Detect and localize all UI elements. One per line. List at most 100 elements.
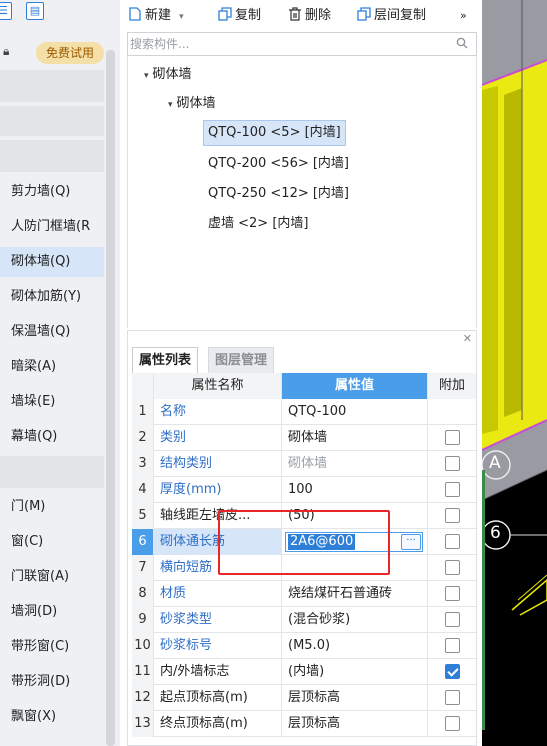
app-window: ☰ ▤ 🔒︎ 免费试用 剪力墙(Q) 人防门框墙(R 砌体墙(Q) 砌体加筋(Y… bbox=[0, 0, 547, 746]
nav-item-curtain-wall[interactable]: 幕墙(Q) bbox=[0, 422, 104, 452]
nav-item-civil-defense-door-wall[interactable]: 人防门框墙(R bbox=[0, 212, 104, 242]
extra-checkbox[interactable] bbox=[445, 534, 460, 549]
new-button[interactable]: 新建 ▾ bbox=[128, 6, 184, 26]
table-row[interactable]: 5 轴线距左墙皮... (50) bbox=[132, 503, 476, 529]
property-value[interactable]: (M5.0) bbox=[282, 633, 428, 659]
extra-cell bbox=[428, 477, 476, 503]
tab-property-list[interactable]: 属性列表 bbox=[132, 347, 199, 373]
property-value[interactable]: (50) bbox=[282, 503, 428, 529]
expand-caret-icon[interactable]: ▾ bbox=[168, 100, 173, 110]
list-view-icon[interactable]: ☰ bbox=[0, 2, 12, 20]
extra-checkbox[interactable] bbox=[445, 430, 460, 445]
toolbar-more-button[interactable]: » bbox=[460, 6, 467, 26]
close-icon[interactable]: ✕ bbox=[463, 332, 472, 345]
tree-item-qtq-100[interactable]: QTQ-100 <5> [内墙] bbox=[203, 120, 346, 146]
extra-cell bbox=[428, 711, 476, 737]
extra-checkbox-checked[interactable] bbox=[445, 664, 460, 679]
table-row[interactable]: 13 终点顶标高(m) 层顶标高 bbox=[132, 711, 476, 737]
property-value[interactable]: QTQ-100 bbox=[282, 399, 428, 425]
extra-checkbox[interactable] bbox=[445, 482, 460, 497]
rebar-value-input[interactable]: 2A6@600 ··· bbox=[285, 532, 423, 552]
property-name: 名称 bbox=[154, 399, 282, 425]
tree-view-icon[interactable]: ▤ bbox=[26, 2, 44, 20]
property-value[interactable]: 烧结煤矸石普通砖 bbox=[282, 581, 428, 607]
nav-group-bar bbox=[0, 70, 104, 102]
floor-copy-button[interactable]: 层间复制 bbox=[357, 6, 426, 26]
search-icon[interactable] bbox=[456, 37, 468, 49]
property-name: 材质 bbox=[154, 581, 282, 607]
extra-checkbox[interactable] bbox=[445, 690, 460, 705]
tree-item-qtq-250[interactable]: QTQ-250 <12> [内墙] bbox=[208, 181, 349, 207]
table-row[interactable]: 12 起点顶标高(m) 层顶标高 bbox=[132, 685, 476, 711]
row-number: 8 bbox=[132, 581, 154, 607]
table-row[interactable]: 2 类别 砌体墙 bbox=[132, 425, 476, 451]
delete-label: 删除 bbox=[305, 8, 332, 23]
nav-item-door-window[interactable]: 门联窗(A) bbox=[0, 562, 104, 592]
tab-layer-management[interactable]: 图层管理 bbox=[208, 347, 275, 373]
table-row[interactable]: 10 砂浆标号 (M5.0) bbox=[132, 633, 476, 659]
table-row[interactable]: 9 砂浆类型 (混合砂浆) bbox=[132, 607, 476, 633]
nav-item-bay-window[interactable]: 飘窗(X) bbox=[0, 702, 104, 732]
property-name: 厚度(mm) bbox=[154, 477, 282, 503]
delete-button[interactable]: 删除 bbox=[288, 6, 331, 26]
extra-checkbox[interactable] bbox=[445, 508, 460, 523]
nav-group-bar bbox=[0, 140, 104, 172]
table-row[interactable]: 4 厚度(mm) 100 bbox=[132, 477, 476, 503]
free-trial-badge[interactable]: 免费试用 bbox=[36, 42, 104, 64]
search-input[interactable] bbox=[130, 35, 450, 53]
component-nav-panel: ☰ ▤ 🔒︎ 免费试用 剪力墙(Q) 人防门框墙(R 砌体墙(Q) 砌体加筋(Y… bbox=[0, 0, 120, 746]
property-value[interactable] bbox=[282, 555, 428, 581]
nav-item-wall-opening[interactable]: 墙洞(D) bbox=[0, 597, 104, 627]
nav-item-strip-opening[interactable]: 带形洞(D) bbox=[0, 667, 104, 697]
nav-item-window[interactable]: 窗(C) bbox=[0, 527, 104, 557]
extra-checkbox[interactable] bbox=[445, 456, 460, 471]
extra-checkbox[interactable] bbox=[445, 586, 460, 601]
property-value[interactable]: (内墙) bbox=[282, 659, 428, 685]
property-name: 起点顶标高(m) bbox=[154, 685, 282, 711]
dropdown-caret-icon[interactable]: ▾ bbox=[179, 12, 184, 22]
nav-item-shear-wall[interactable]: 剪力墙(Q) bbox=[0, 177, 104, 207]
tree-group-masonry-wall[interactable]: ▾ 砌体墙 bbox=[168, 91, 216, 117]
tree-item-qtq-200[interactable]: QTQ-200 <56> [内墙] bbox=[208, 151, 349, 177]
table-row[interactable]: 8 材质 烧结煤矸石普通砖 bbox=[132, 581, 476, 607]
property-value[interactable]: 层顶标高 bbox=[282, 711, 428, 737]
row-number: 2 bbox=[132, 425, 154, 451]
table-row[interactable]: 6 砌体通长筋 2A6@600 ··· bbox=[132, 529, 476, 555]
extra-checkbox[interactable] bbox=[445, 560, 460, 575]
property-table-header: 属性名称 属性值 附加 bbox=[132, 373, 476, 399]
property-name: 砂浆类型 bbox=[154, 607, 282, 633]
extra-checkbox[interactable] bbox=[445, 638, 460, 653]
property-name: 内/外墙标志 bbox=[154, 659, 282, 685]
nav-item-strip-window[interactable]: 带形窗(C) bbox=[0, 632, 104, 662]
property-value[interactable]: 100 bbox=[282, 477, 428, 503]
table-row[interactable]: 11 内/外墙标志 (内墙) bbox=[132, 659, 476, 685]
property-value[interactable]: 层顶标高 bbox=[282, 685, 428, 711]
nav-item-wall-pier[interactable]: 墙垛(E) bbox=[0, 387, 104, 417]
nav-item-door[interactable]: 门(M) bbox=[0, 492, 104, 522]
ellipsis-icon[interactable]: ··· bbox=[401, 534, 421, 550]
copy-button[interactable]: 复制 bbox=[218, 6, 261, 26]
extra-cell bbox=[428, 451, 476, 477]
3d-viewport[interactable]: A 6 bbox=[482, 0, 547, 746]
tree-root-masonry-wall[interactable]: ▾ 砌体墙 bbox=[144, 62, 192, 88]
nav-group-bar bbox=[0, 456, 104, 488]
property-name: 类别 bbox=[154, 425, 282, 451]
expand-caret-icon[interactable]: ▾ bbox=[144, 71, 149, 81]
header-extra: 附加 bbox=[428, 373, 476, 399]
table-row[interactable]: 7 横向短筋 bbox=[132, 555, 476, 581]
property-value[interactable]: 砌体墙 bbox=[282, 425, 428, 451]
extra-checkbox[interactable] bbox=[445, 612, 460, 627]
row-number: 12 bbox=[132, 685, 154, 711]
left-scrollbar[interactable] bbox=[106, 50, 115, 746]
extra-cell bbox=[428, 425, 476, 451]
nav-item-insulation-wall[interactable]: 保温墙(Q) bbox=[0, 317, 104, 347]
table-row[interactable]: 3 结构类别 砌体墙 bbox=[132, 451, 476, 477]
tree-item-virtual-wall[interactable]: 虚墙 <2> [内墙] bbox=[208, 211, 308, 237]
extra-checkbox[interactable] bbox=[445, 716, 460, 731]
nav-item-masonry-rebar[interactable]: 砌体加筋(Y) bbox=[0, 282, 104, 312]
property-value[interactable]: (混合砂浆) bbox=[282, 607, 428, 633]
table-row[interactable]: 1 名称 QTQ-100 bbox=[132, 399, 476, 425]
extra-cell bbox=[428, 685, 476, 711]
nav-item-hidden-beam[interactable]: 暗梁(A) bbox=[0, 352, 104, 382]
nav-item-masonry-wall[interactable]: 砌体墙(Q) bbox=[0, 247, 104, 277]
